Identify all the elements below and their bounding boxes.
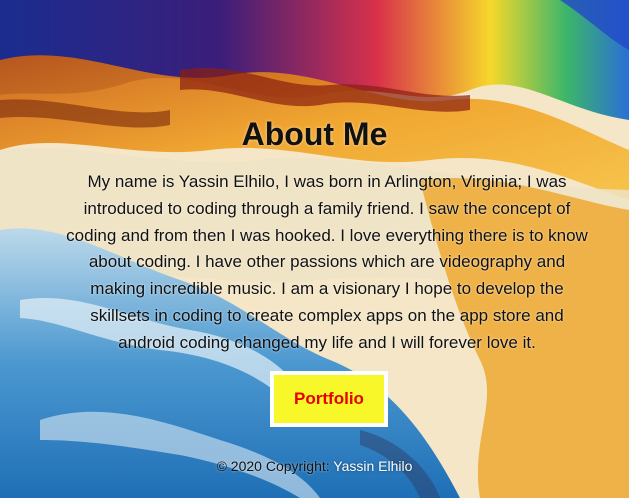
main-content: About Me My name is Yassin Elhilo, I was… — [0, 0, 629, 498]
bio-text: My name is Yassin Elhilo, I was born in … — [66, 172, 588, 352]
author-link[interactable]: Yassin Elhilo — [333, 458, 412, 474]
portfolio-button[interactable]: Portfolio — [270, 371, 388, 427]
page-title: About Me — [241, 116, 388, 152]
copyright-text: © 2020 Copyright: — [216, 458, 330, 474]
footer: © 2020 Copyright: Yassin Elhilo — [0, 458, 629, 474]
portfolio-button-label: Portfolio — [294, 389, 364, 408]
